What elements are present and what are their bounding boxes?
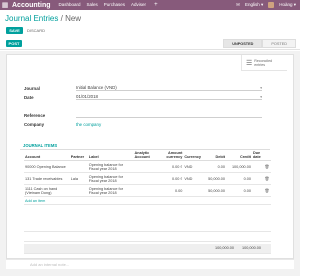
journal-field[interactable]: Initial Balance (VND) ▾ bbox=[76, 85, 262, 91]
cell-credit[interactable]: 0.00 bbox=[226, 184, 252, 197]
menu-purchases[interactable]: Purchases bbox=[104, 2, 125, 8]
post-button[interactable]: POST bbox=[6, 40, 22, 47]
internal-note-field[interactable]: Add an internal note... bbox=[6, 259, 294, 269]
user-name: Hoàng bbox=[279, 2, 293, 7]
breadcrumb-current: New bbox=[65, 14, 82, 23]
user-menu[interactable]: Hoàng ▾ bbox=[279, 2, 296, 8]
cell-account[interactable]: 90000 Opening Balance bbox=[24, 160, 70, 173]
date-field[interactable]: 01/01/2018 ▾ bbox=[76, 94, 262, 100]
language-label: English bbox=[244, 2, 260, 7]
cell-debit[interactable]: 50,000.00 bbox=[202, 184, 226, 197]
cell-partner[interactable] bbox=[69, 184, 88, 197]
breadcrumb-parent[interactable]: Journal Entries bbox=[5, 14, 58, 23]
table-row[interactable]: 1111 Cash on hand (Vietnam Dong) Opening… bbox=[24, 184, 271, 197]
journal-value: Initial Balance (VND) bbox=[76, 85, 117, 90]
cell-analytic[interactable] bbox=[133, 184, 160, 197]
state-selector: UNPOSTED POSTED bbox=[223, 39, 296, 48]
reconciled-entries-button[interactable]: ☰ Reconciled entries bbox=[241, 55, 287, 71]
col-label[interactable]: Label bbox=[87, 150, 134, 161]
language-selector[interactable]: English ▾ bbox=[245, 2, 263, 8]
breadcrumb: Journal Entries / New bbox=[5, 14, 81, 23]
cell-analytic[interactable] bbox=[133, 172, 160, 185]
col-actions bbox=[262, 150, 271, 161]
cell-account[interactable]: 131 Trade receivables bbox=[24, 172, 70, 185]
col-currency[interactable]: Currency bbox=[183, 150, 203, 161]
navbar-right: ✉ English ▾ Hoàng ▾ bbox=[236, 2, 300, 8]
top-navbar: ▦ Accounting Dashboard Sales Purchases A… bbox=[0, 0, 300, 10]
empty-row bbox=[24, 232, 271, 242]
cell-label[interactable]: Opening balance for Fiscal year 2018 bbox=[87, 172, 134, 185]
company-field[interactable]: the company bbox=[76, 121, 262, 127]
avatar[interactable] bbox=[268, 2, 275, 8]
cell-partner[interactable] bbox=[69, 160, 88, 173]
cell-due-date[interactable] bbox=[251, 172, 263, 185]
reference-label: Reference bbox=[24, 113, 46, 118]
journal-items-table: Account Partner Label Analytic Account A… bbox=[24, 150, 271, 205]
total-credit: 100,000.00 bbox=[241, 246, 261, 250]
company-label: Company bbox=[24, 122, 45, 127]
state-unposted[interactable]: UNPOSTED bbox=[223, 39, 263, 48]
col-amount-currency[interactable]: Amount currency bbox=[159, 150, 184, 161]
empty-row bbox=[24, 222, 271, 232]
add-item-link[interactable]: Add an item bbox=[25, 199, 45, 203]
date-value: 01/01/2018 bbox=[76, 94, 98, 99]
col-partner[interactable]: Partner bbox=[69, 150, 88, 161]
smart-button-label-2: entries bbox=[254, 62, 266, 67]
cell-analytic[interactable] bbox=[133, 160, 160, 173]
menu-dashboard[interactable]: Dashboard bbox=[59, 2, 81, 8]
menu-adviser[interactable]: Adviser bbox=[131, 2, 146, 8]
col-debit[interactable]: Debit bbox=[202, 150, 226, 161]
col-account[interactable]: Account bbox=[24, 150, 70, 161]
journal-label: Journal bbox=[24, 86, 40, 91]
cell-currency[interactable] bbox=[183, 184, 203, 197]
save-button[interactable]: SAVE bbox=[6, 27, 23, 34]
status-bar: POST UNPOSTED POSTED bbox=[0, 38, 300, 50]
trash-icon[interactable]: 🗑 bbox=[262, 172, 271, 185]
table-row[interactable]: 90000 Opening Balance Opening balance fo… bbox=[24, 160, 271, 173]
company-value: the company bbox=[76, 121, 102, 127]
apps-menu-icon[interactable]: ▦ bbox=[0, 0, 10, 10]
cell-amount-currency[interactable]: 0.00 ₫ bbox=[159, 172, 184, 185]
chevron-down-icon: ▾ bbox=[260, 94, 262, 99]
date-label: Date bbox=[24, 95, 34, 100]
cell-currency[interactable]: VND bbox=[183, 160, 203, 173]
col-analytic-account[interactable]: Analytic Account bbox=[133, 150, 160, 161]
smart-button-label: Reconciled entries bbox=[254, 59, 272, 67]
total-debit: 100,000.00 bbox=[214, 246, 234, 250]
cell-debit[interactable]: 50,000.00 bbox=[202, 172, 226, 185]
breadcrumb-separator: / bbox=[60, 14, 63, 23]
cell-amount-currency[interactable]: 0.00 bbox=[159, 184, 184, 197]
state-posted[interactable]: POSTED bbox=[262, 39, 296, 48]
more-menu-icon[interactable]: + bbox=[154, 2, 158, 8]
app-title: Accounting bbox=[12, 1, 51, 9]
internal-note-placeholder: Add an internal note... bbox=[30, 262, 70, 267]
add-line-row: Add an item bbox=[24, 196, 271, 205]
cell-currency[interactable]: VND bbox=[183, 172, 203, 185]
trash-icon[interactable]: 🗑 bbox=[262, 184, 271, 197]
trash-icon[interactable]: 🗑 bbox=[262, 160, 271, 173]
cell-label[interactable]: Opening balance for Fiscal year 2018 bbox=[87, 160, 134, 173]
cell-debit[interactable]: 0.00 bbox=[202, 160, 226, 173]
list-icon: ☰ bbox=[246, 59, 253, 67]
main-menu: Dashboard Sales Purchases Adviser + bbox=[59, 2, 158, 8]
col-due-date[interactable]: Due date bbox=[251, 150, 263, 161]
cell-due-date[interactable] bbox=[251, 160, 263, 173]
chevron-down-icon: ▾ bbox=[260, 85, 262, 90]
cell-amount-currency[interactable]: 0.00 ₫ bbox=[159, 160, 184, 173]
cell-account[interactable]: 1111 Cash on hand (Vietnam Dong) bbox=[24, 184, 70, 197]
discard-button[interactable]: DISCARD bbox=[27, 27, 45, 34]
cell-label[interactable]: Opening balance for Fiscal year 2018 bbox=[87, 184, 134, 197]
table-header-row: Account Partner Label Analytic Account A… bbox=[24, 150, 271, 161]
cell-partner[interactable]: Lala bbox=[69, 172, 88, 185]
chat-icon[interactable]: ✉ bbox=[236, 2, 240, 8]
cell-due-date[interactable] bbox=[251, 184, 263, 197]
col-credit[interactable]: Credit bbox=[226, 150, 252, 161]
totals-row: 100,000.00 100,000.00 bbox=[24, 244, 271, 254]
table-row[interactable]: 131 Trade receivables Lala Opening balan… bbox=[24, 172, 271, 185]
tab-journal-items[interactable]: JOURNAL ITEMS bbox=[23, 143, 57, 148]
cell-credit[interactable]: 0.00 bbox=[226, 172, 252, 185]
reference-field[interactable] bbox=[76, 112, 262, 118]
cell-credit[interactable]: 100,000.00 bbox=[226, 160, 252, 173]
menu-sales[interactable]: Sales bbox=[87, 2, 98, 8]
